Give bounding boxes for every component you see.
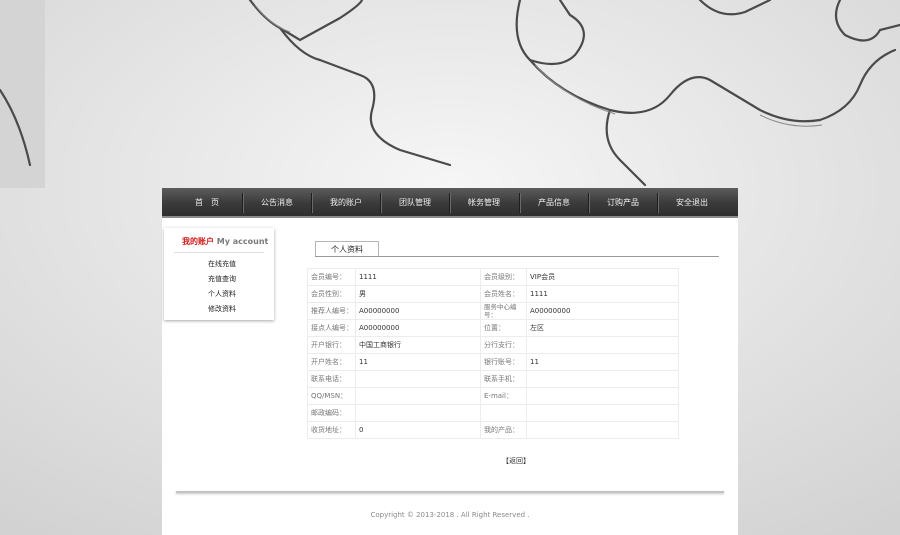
- bank-label: 开户银行：: [307, 336, 356, 354]
- table-row: 开户姓名： 11 银行账号： 11: [307, 353, 679, 371]
- nav-separator: [519, 193, 520, 213]
- position-value: 左区: [526, 319, 679, 337]
- service-center-id-label: 服务中心编号：: [480, 302, 527, 320]
- contact-id-value: A00000000: [355, 319, 481, 337]
- mobile-value: [526, 370, 679, 388]
- sidebar-title-en: My account: [216, 237, 269, 246]
- referrer-id-label: 推荐人编号：: [307, 302, 356, 320]
- copyright-text: Copyright © 2013-2018 . All Right Reserv…: [370, 511, 530, 519]
- phone-label: 联系电话：: [307, 370, 356, 388]
- nav-separator: [657, 193, 658, 213]
- shipping-address-value: 0: [355, 421, 481, 439]
- mobile-label: 联系手机：: [480, 370, 527, 388]
- qq-msn-label: QQ/MSN：: [307, 387, 356, 405]
- phone-value: [355, 370, 481, 388]
- nav-logout[interactable]: 安全退出: [661, 188, 723, 216]
- member-name-value: 1111: [526, 285, 679, 303]
- back-link[interactable]: 【返回】: [502, 456, 530, 466]
- nav-separator: [380, 193, 381, 213]
- account-sidebar: 我的账户 My account 在线充值 充值查询 个人资料 修改资料: [164, 228, 274, 320]
- sidebar-title-cn: 我的账户: [182, 237, 214, 246]
- empty-cell: [526, 404, 679, 422]
- table-row: 推荐人编号： A00000000 服务中心编号： A00000000: [307, 302, 679, 320]
- shipping-address-label: 收货地址：: [307, 421, 356, 439]
- tab-personal-info[interactable]: 个人资料: [315, 241, 379, 257]
- service-center-id-value: A00000000: [526, 302, 679, 320]
- table-row: QQ/MSN： E-mail：: [307, 387, 679, 405]
- table-row: 邮政编码：: [307, 404, 679, 422]
- branch-value: [526, 336, 679, 354]
- table-row: 会员性别： 男 会员姓名： 1111: [307, 285, 679, 303]
- member-level-value: VIP会员: [526, 268, 679, 286]
- nav-product-info[interactable]: 产品信息: [523, 188, 585, 216]
- profile-table: 会员编号： 1111 会员级别： VIP会员 会员性别： 男 会员姓名： 111…: [307, 268, 679, 439]
- member-id-label: 会员编号：: [307, 268, 356, 286]
- referrer-id-value: A00000000: [355, 302, 481, 320]
- email-value: [526, 387, 679, 405]
- sidebar-item-edit-info[interactable]: 修改资料: [208, 304, 236, 314]
- nav-separator: [311, 193, 312, 213]
- nav-separator: [242, 193, 243, 213]
- nav-account-management[interactable]: 帐务管理: [453, 188, 515, 216]
- sidebar-title: 我的账户 My account: [182, 236, 268, 247]
- qq-msn-value: [355, 387, 481, 405]
- nav-separator: [588, 193, 589, 213]
- nav-team-management[interactable]: 团队管理: [384, 188, 446, 216]
- nav-my-account[interactable]: 我的账户: [315, 188, 377, 216]
- gender-value: 男: [355, 285, 481, 303]
- gender-label: 会员性别：: [307, 285, 356, 303]
- sidebar-item-recharge-query[interactable]: 充值查询: [208, 274, 236, 284]
- empty-cell: [480, 404, 527, 422]
- account-holder-value: 11: [355, 353, 481, 371]
- table-row: 接点人编号： A00000000 位置： 左区: [307, 319, 679, 337]
- sidebar-item-personal-info[interactable]: 个人资料: [208, 289, 236, 299]
- sidebar-item-online-recharge[interactable]: 在线充值: [208, 259, 236, 269]
- branch-label: 分行支行：: [480, 336, 527, 354]
- contact-id-label: 接点人编号：: [307, 319, 356, 337]
- member-id-value: 1111: [355, 268, 481, 286]
- nav-home[interactable]: 首 页: [176, 188, 238, 216]
- sidebar-divider: [174, 252, 264, 253]
- table-row: 收货地址： 0 我的产品：: [307, 421, 679, 439]
- nav-order-products[interactable]: 订购产品: [592, 188, 654, 216]
- table-row: 会员编号： 1111 会员级别： VIP会员: [307, 268, 679, 286]
- postal-code-label: 邮政编码：: [307, 404, 356, 422]
- email-label: E-mail：: [480, 387, 527, 405]
- tab-underline: [315, 256, 719, 257]
- main-panel: 首 页 公告消息 我的账户 团队管理 帐务管理 产品信息 订购产品 安全退出 我…: [162, 188, 738, 535]
- footer-divider: [176, 491, 724, 493]
- bank-value: 中国工商银行: [355, 336, 481, 354]
- bank-account-label: 银行账号：: [480, 353, 527, 371]
- bank-account-value: 11: [526, 353, 679, 371]
- nav-announcements[interactable]: 公告消息: [246, 188, 308, 216]
- position-label: 位置：: [480, 319, 527, 337]
- my-products-value: [526, 421, 679, 439]
- table-row: 开户银行： 中国工商银行 分行支行：: [307, 336, 679, 354]
- top-navigation: 首 页 公告消息 我的账户 团队管理 帐务管理 产品信息 订购产品 安全退出: [162, 188, 738, 218]
- table-row: 联系电话： 联系手机：: [307, 370, 679, 388]
- nav-separator: [449, 193, 450, 213]
- postal-code-value: [355, 404, 481, 422]
- account-holder-label: 开户姓名：: [307, 353, 356, 371]
- my-products-label: 我的产品：: [480, 421, 527, 439]
- member-name-label: 会员姓名：: [480, 285, 527, 303]
- member-level-label: 会员级别：: [480, 268, 527, 286]
